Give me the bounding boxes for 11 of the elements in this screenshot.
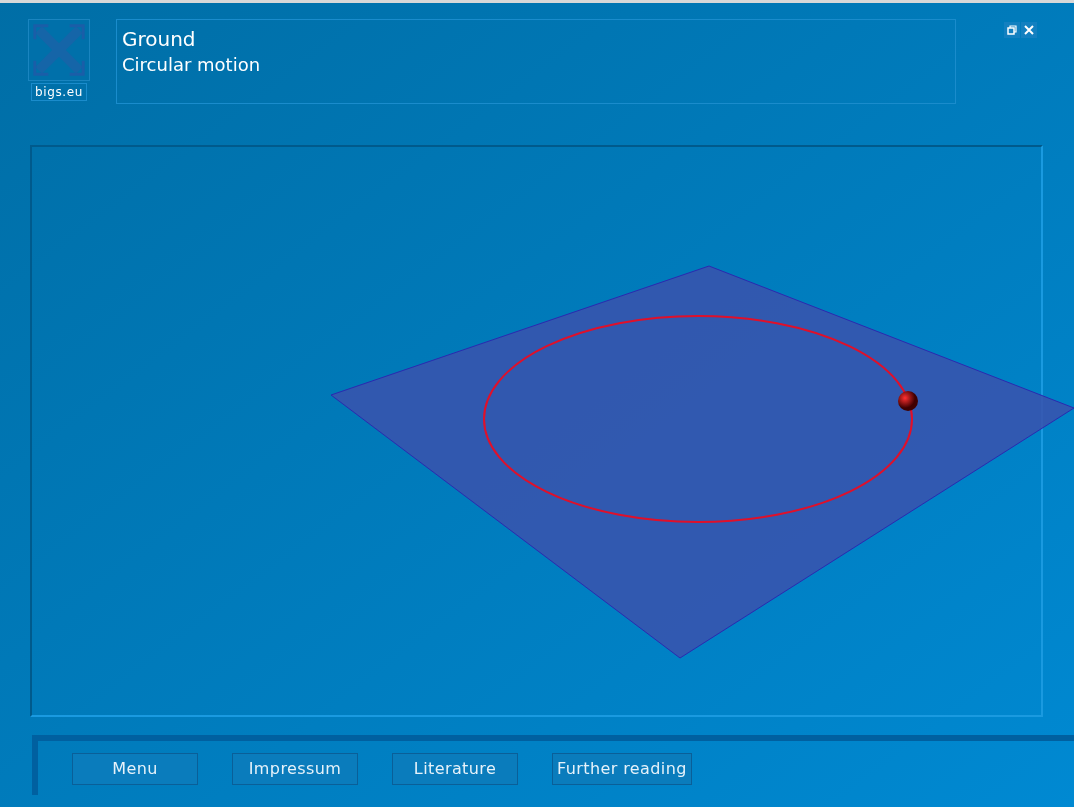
restore-button[interactable] <box>1004 22 1020 38</box>
logo-caption: bigs.eu <box>31 83 87 101</box>
logo-icon <box>28 19 90 81</box>
nav-button[interactable]: Literature <box>392 753 518 785</box>
nav-button[interactable]: Further reading <box>552 753 692 785</box>
window-title: Ground <box>122 26 197 52</box>
ball <box>898 391 918 411</box>
close-button[interactable] <box>1021 22 1037 38</box>
nav-button[interactable]: Menu <box>72 753 198 785</box>
nav-button[interactable]: Impressum <box>232 753 358 785</box>
window-subtitle: Circular motion <box>122 53 262 77</box>
